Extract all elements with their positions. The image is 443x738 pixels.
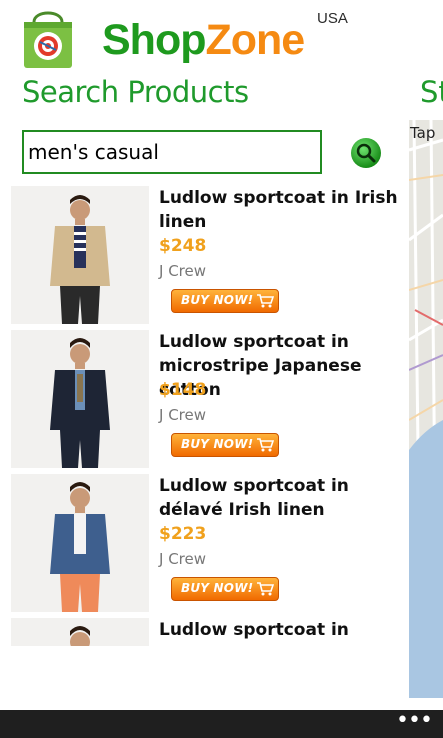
product-name[interactable]: Ludlow sportcoat in délavé Irish linen bbox=[159, 474, 405, 522]
brand-title: ShopZone bbox=[102, 14, 305, 66]
search-button[interactable] bbox=[350, 137, 382, 169]
map-hint: Tap bbox=[410, 124, 436, 142]
buy-now-label: BUY NOW! bbox=[181, 293, 254, 307]
product-item[interactable]: Ludlow sportcoat in Irish linen $248 J C… bbox=[0, 180, 409, 324]
ellipsis-icon: ••• bbox=[396, 708, 433, 733]
product-price: $223 bbox=[159, 524, 207, 544]
product-name[interactable]: Ludlow sportcoat in Irish linen bbox=[159, 186, 405, 234]
buy-now-label: BUY NOW! bbox=[181, 581, 254, 595]
search-box bbox=[22, 130, 322, 174]
search-input[interactable] bbox=[24, 132, 312, 172]
product-name[interactable]: Ludlow sportcoat in indigo bbox=[159, 618, 405, 646]
cart-icon bbox=[257, 294, 274, 308]
product-price: $248 bbox=[159, 236, 207, 256]
brand-zone: Zone bbox=[205, 16, 305, 64]
product-photo bbox=[11, 330, 149, 468]
buy-now-label: BUY NOW! bbox=[181, 437, 254, 451]
search-icon-bg bbox=[351, 138, 381, 168]
app-bar bbox=[0, 710, 443, 738]
product-price: $148 bbox=[159, 380, 207, 400]
product-brand: J Crew bbox=[159, 406, 206, 424]
product-list[interactable]: Ludlow sportcoat in Irish linen $248 J C… bbox=[0, 180, 409, 646]
map-pane[interactable] bbox=[409, 120, 443, 698]
product-photo bbox=[11, 186, 149, 324]
next-pivot-title[interactable]: St bbox=[420, 75, 443, 109]
product-photo bbox=[11, 474, 149, 612]
product-brand: J Crew bbox=[159, 550, 206, 568]
buy-now-button[interactable]: BUY NOW! bbox=[171, 577, 279, 601]
buy-now-button[interactable]: BUY NOW! bbox=[171, 289, 279, 313]
more-options-button[interactable]: ••• bbox=[396, 710, 433, 736]
cart-icon bbox=[257, 438, 274, 452]
product-item[interactable]: Ludlow sportcoat in délavé Irish linen $… bbox=[0, 468, 409, 612]
product-item[interactable]: Ludlow sportcoat in microstripe Japanese… bbox=[0, 324, 409, 468]
shopping-bag-logo-icon bbox=[24, 11, 72, 68]
cart-icon bbox=[257, 582, 274, 596]
region-label[interactable]: USA bbox=[317, 10, 348, 27]
page-title: Search Products bbox=[22, 75, 249, 109]
product-item[interactable]: Ludlow sportcoat in indigo bbox=[0, 612, 409, 646]
product-brand: J Crew bbox=[159, 262, 206, 280]
brand-shop: Shop bbox=[102, 16, 206, 64]
buy-now-button[interactable]: BUY NOW! bbox=[171, 433, 279, 457]
product-photo bbox=[11, 618, 149, 646]
